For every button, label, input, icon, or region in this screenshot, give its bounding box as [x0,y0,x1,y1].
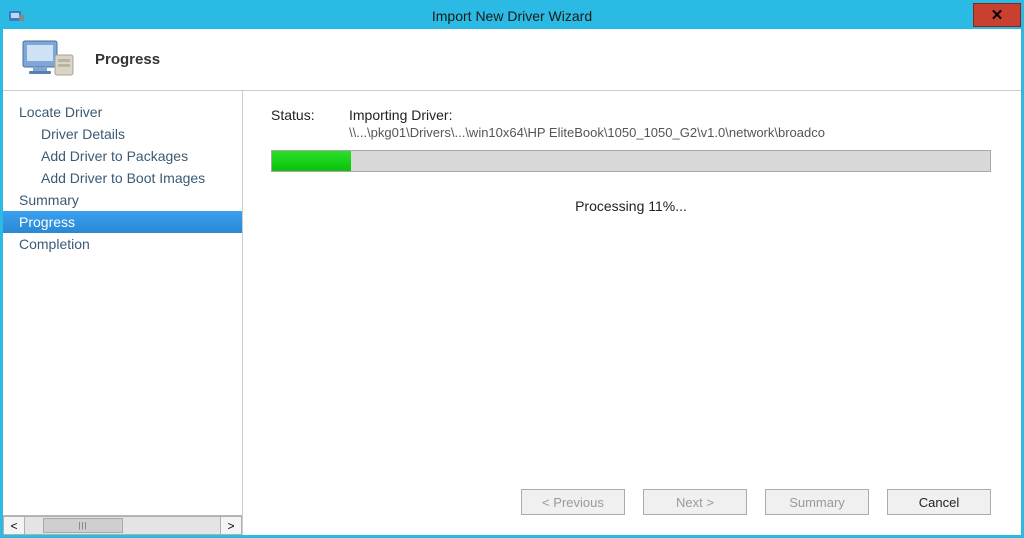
nav-list: Locate DriverDriver DetailsAdd Driver to… [3,91,242,515]
close-icon: ✕ [991,6,1004,24]
next-button[interactable]: Next > [643,489,747,515]
status-text: Importing Driver: \\...\pkg01\Drivers\..… [349,107,991,140]
scroll-left-button[interactable]: < [3,516,25,535]
status-line1: Importing Driver: [349,107,991,123]
summary-button[interactable]: Summary [765,489,869,515]
wizard-sidebar: Locate DriverDriver DetailsAdd Driver to… [3,91,243,535]
content-area: Status: Importing Driver: \\...\pkg01\Dr… [243,91,1021,535]
progress-bar [271,150,991,172]
nav-item-add-driver-to-boot-images[interactable]: Add Driver to Boot Images [3,167,242,189]
wizard-header: Progress [3,29,1021,91]
scroll-thumb[interactable]: ||| [43,518,123,533]
nav-item-add-driver-to-packages[interactable]: Add Driver to Packages [3,145,242,167]
wizard-window: Import New Driver Wizard ✕ Progress Loca… [0,0,1024,538]
status-line2: \\...\pkg01\Drivers\...\win10x64\HP Elit… [349,125,991,140]
progress-fill [272,151,351,171]
status-label: Status: [271,107,331,140]
nav-item-driver-details[interactable]: Driver Details [3,123,242,145]
nav-item-completion[interactable]: Completion [3,233,242,255]
title-bar: Import New Driver Wizard ✕ [3,3,1021,29]
sidebar-scrollbar[interactable]: < ||| > [3,515,242,535]
window-title: Import New Driver Wizard [3,8,1021,24]
previous-button[interactable]: < Previous [521,489,625,515]
nav-item-summary[interactable]: Summary [3,189,242,211]
nav-item-locate-driver[interactable]: Locate Driver [3,101,242,123]
header-icon [21,37,77,83]
page-title: Progress [95,51,160,68]
app-icon [5,4,29,28]
footer-buttons: < Previous Next > Summary Cancel [271,477,991,525]
processing-text: Processing 11%... [271,198,991,214]
scroll-track[interactable]: ||| [25,516,220,535]
status-row: Status: Importing Driver: \\...\pkg01\Dr… [271,107,991,140]
wizard-body: Locate DriverDriver DetailsAdd Driver to… [3,91,1021,535]
close-button[interactable]: ✕ [973,3,1021,27]
nav-item-progress[interactable]: Progress [3,211,242,233]
scroll-right-button[interactable]: > [220,516,242,535]
cancel-button[interactable]: Cancel [887,489,991,515]
